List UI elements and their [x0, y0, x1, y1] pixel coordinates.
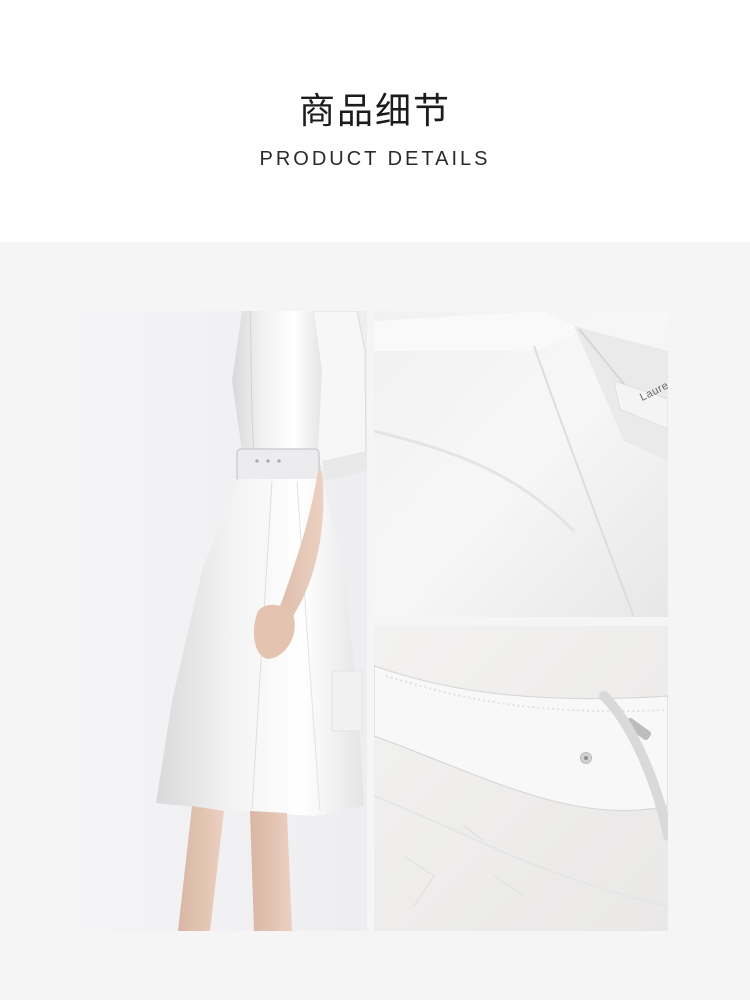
- detail-gallery: Laure: [0, 242, 750, 1000]
- model-photo-illustration: [82, 311, 367, 931]
- belt-detail-illustration: [374, 626, 668, 931]
- page-header: 商品细节 PRODUCT DETAILS: [0, 0, 750, 242]
- collar-detail-illustration: [374, 311, 668, 617]
- collar-detail-photo: Laure: [374, 311, 668, 617]
- section-title-chinese: 商品细节: [298, 91, 451, 132]
- belt-detail-photo: [374, 626, 668, 931]
- model-photo: [82, 311, 367, 931]
- section-title-english: PRODUCT DETAILS: [259, 148, 491, 170]
